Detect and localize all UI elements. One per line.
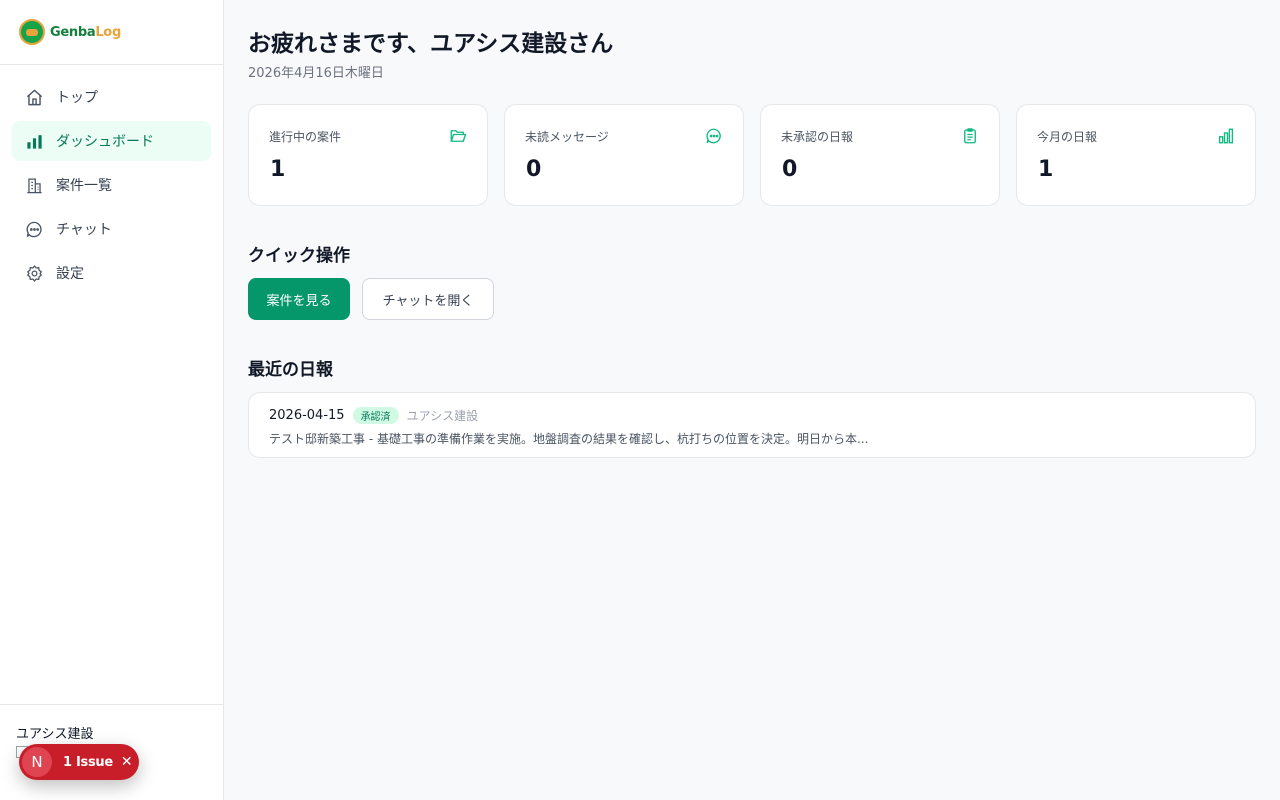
report-company: ユアシス建設 [406, 409, 479, 423]
sidebar-item-top[interactable]: トップ [12, 77, 211, 117]
stat-card-pending-reports[interactable]: 未承認の日報 0 [760, 104, 1000, 206]
stat-card-active-projects[interactable]: 進行中の案件 1 [248, 104, 488, 206]
stat-value: 0 [526, 157, 542, 182]
message-icon [706, 128, 721, 144]
sidebar-item-dashboard[interactable]: ダッシュボード [12, 121, 211, 161]
report-meta: 2026-04-15 承認済 ユアシス建設 [269, 407, 478, 424]
gear-icon [24, 263, 44, 283]
stat-value: 0 [782, 157, 798, 182]
current-date: 2026年4月16日木曜日 [248, 66, 384, 81]
home-icon [24, 87, 44, 107]
bar-chart-icon [1218, 128, 1234, 144]
open-chat-button[interactable]: チャットを開く [362, 278, 494, 320]
recent-reports-title: 最近の日報 [248, 360, 333, 380]
stat-label: 進行中の案件 [269, 130, 342, 144]
sidebar-item-chat[interactable]: チャット [12, 209, 211, 249]
bar-chart-icon [24, 131, 44, 151]
stat-card-monthly-reports[interactable]: 今月の日報 1 [1016, 104, 1256, 206]
view-projects-button[interactable]: 案件を見る [248, 278, 350, 320]
sidebar-nav: トップ ダッシュボード 案件一覧 チャット 設定 [0, 65, 223, 293]
stat-label: 今月の日報 [1037, 130, 1098, 144]
quick-actions-title: クイック操作 [248, 246, 350, 266]
sidebar-item-label: チャット [56, 222, 112, 238]
sidebar-item-projects[interactable]: 案件一覧 [12, 165, 211, 205]
stat-label: 未読メッセージ [525, 130, 609, 144]
list-item[interactable]: 2026-04-15 承認済 ユアシス建設 テスト邸新築工事 - 基礎工事の準備… [248, 392, 1256, 458]
building-icon [24, 175, 44, 195]
issue-count-label: 1 Issue [63, 754, 113, 770]
close-icon[interactable]: ✕ [121, 754, 133, 770]
issue-avatar: N [22, 747, 52, 777]
stat-value: 1 [270, 157, 286, 182]
status-badge: 承認済 [352, 407, 399, 424]
folder-icon [450, 130, 467, 142]
company-name: ユアシス建設 [16, 727, 94, 742]
sidebar-item-label: ダッシュボード [56, 134, 154, 150]
quick-actions: 案件を見る チャットを開く [248, 278, 494, 320]
logo[interactable]: GenbaLog [0, 0, 223, 65]
logo-text: GenbaLog [50, 24, 121, 40]
logo-mark-icon [19, 19, 45, 45]
sidebar-item-settings[interactable]: 設定 [12, 253, 211, 293]
clipboard-icon [964, 128, 976, 144]
page-title: お疲れさまです、ユアシス建設さん [248, 31, 614, 57]
report-summary: テスト邸新築工事 - 基礎工事の準備作業を実施。地盤調査の結果を確認し、杭打ちの… [269, 432, 869, 446]
stat-card-unread-messages[interactable]: 未読メッセージ 0 [504, 104, 744, 206]
stat-label: 未承認の日報 [781, 130, 854, 144]
stat-value: 1 [1038, 157, 1054, 182]
sidebar-item-label: トップ [56, 90, 98, 106]
stats-row: 進行中の案件 1 未読メッセージ 0 未承認の日報 0 今月の日報 1 [248, 104, 1256, 206]
chat-bubble-icon [24, 219, 44, 239]
issues-badge-button[interactable]: N 1 Issue ✕ [19, 744, 139, 780]
sidebar-item-label: 設定 [56, 266, 84, 282]
report-date: 2026-04-15 [269, 408, 345, 423]
sidebar: GenbaLog トップ ダッシュボード 案件一覧 チャット 設定 ユアシス建設 [0, 0, 224, 800]
sidebar-item-label: 案件一覧 [56, 178, 112, 194]
